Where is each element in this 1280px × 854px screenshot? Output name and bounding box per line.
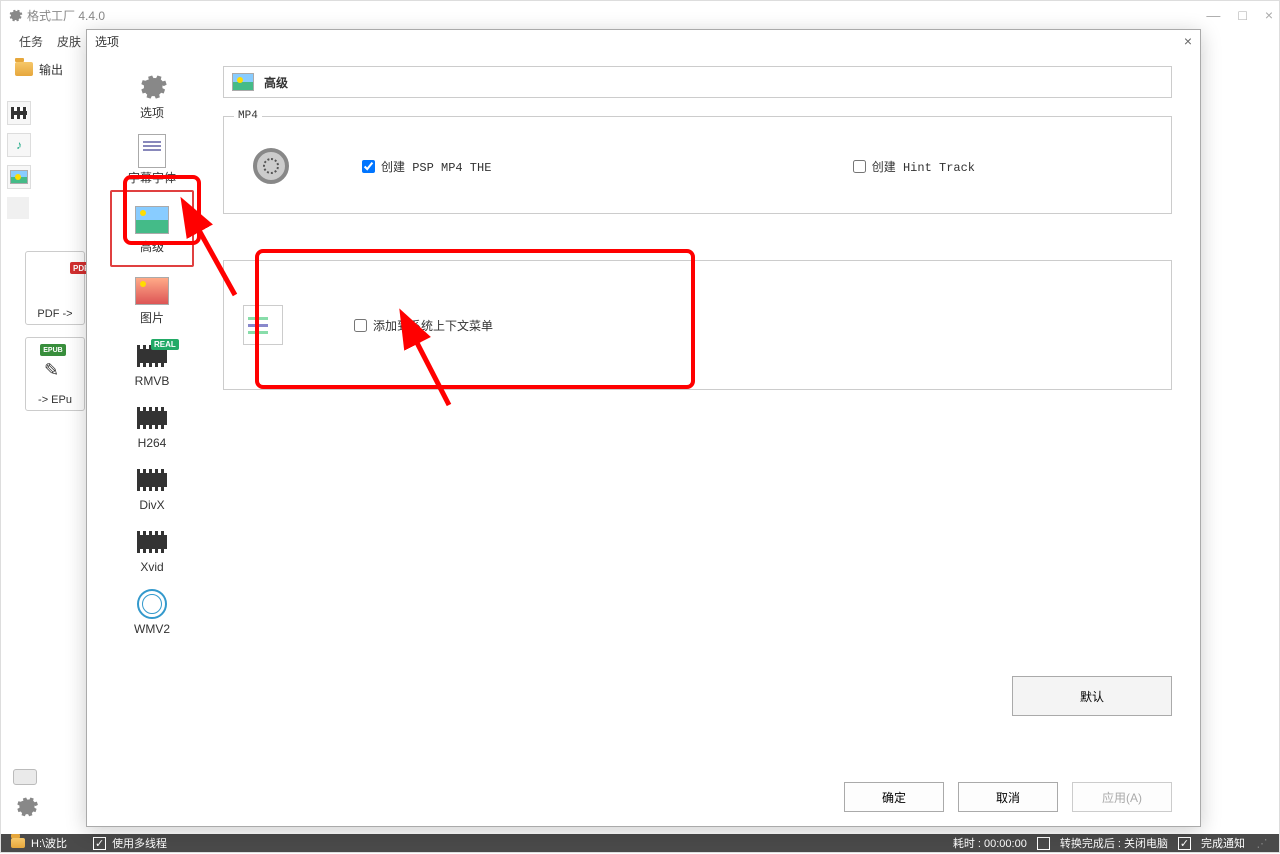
maximize-icon[interactable]: □ [1238,7,1246,23]
dialog-titlebar: 选项 × [87,30,1200,52]
document-icon [138,134,166,168]
psp-mp4-checkbox-label[interactable]: 创建 PSP MP4 THE [362,158,491,175]
context-menu-checkbox[interactable] [354,319,367,332]
elapsed-time: 耗时 : 00:00:00 [953,835,1027,851]
sidebar-item-h264[interactable]: H264 [112,394,192,456]
sidebar-item-xvid[interactable]: Xvid [112,518,192,580]
sidebar-item-label: WMV2 [134,622,170,636]
minimize-icon[interactable]: — [1206,7,1220,23]
dialog-sidebar: 选项 字幕字体 高级 图片 REAL RMVB [87,52,217,826]
gear-icon [136,70,168,102]
epub-badge: EPUB [40,344,66,356]
film-icon [137,531,167,553]
picture-icon [135,206,169,234]
context-menu-panel: 添加到系统上下文菜单 [223,260,1172,390]
ok-button[interactable]: 确定 [844,782,944,812]
video-tab-icon[interactable] [7,101,31,125]
notify-label: 完成通知 [1201,835,1245,851]
doc-tab-icon[interactable] [7,197,29,219]
main-titlebar: 格式工厂 4.4.0 — □ × [1,1,1279,29]
notify-checkbox[interactable]: ✓ [1178,837,1191,850]
photo-icon [135,277,169,305]
sidebar-item-label: DivX [139,498,164,512]
multithread-label: 使用多线程 [112,835,167,851]
drive-icons [13,769,37,822]
sidebar-item-label: RMVB [135,374,170,388]
sidebar-item-subtitle-font[interactable]: 字幕字体 [112,127,192,192]
sidebar-item-wmv2[interactable]: WMV2 [112,580,192,642]
sidebar-item-label: 图片 [140,309,164,326]
sidebar-item-label: 选项 [140,104,164,121]
menu-tasks[interactable]: 任务 [19,33,43,50]
status-path[interactable]: H:\波比 [31,835,67,851]
close-icon[interactable]: × [1265,7,1273,23]
mp4-group: MP4 创建 PSP MP4 THE 创建 Hint Track [223,116,1172,214]
settings-gear-icon[interactable] [13,793,39,819]
hdd-icon[interactable] [13,769,37,785]
dialog-title: 选项 [95,33,119,50]
folder-icon [15,62,33,76]
apply-button[interactable]: 应用(A) [1072,782,1172,812]
psp-mp4-checkbox[interactable] [362,160,375,173]
options-dialog: 选项 × 选项 字幕字体 高级 图片 [86,29,1201,827]
film-icon [137,407,167,429]
content-header: 高级 [223,66,1172,98]
statusbar: H:\波比 ✓ 使用多线程 耗时 : 00:00:00 转换完成后 : 关闭电脑… [1,834,1279,852]
sidebar-item-picture[interactable]: 图片 [112,267,192,332]
film-icon [137,469,167,491]
mp4-group-title: MP4 [234,110,262,122]
main-title: 格式工厂 4.4.0 [27,7,105,24]
epub-converter-item[interactable]: EPUB ✎ -> EPu [25,337,85,411]
header-label: 高级 [264,74,288,91]
output-label[interactable]: 输出 [39,61,63,78]
resize-grip-icon[interactable]: ⋰ [1255,837,1269,850]
sidebar-item-rmvb[interactable]: REAL RMVB [112,332,192,394]
multithread-checkbox[interactable]: ✓ [93,837,106,850]
sidebar-item-divx[interactable]: DivX [112,456,192,518]
audio-tab-icon[interactable]: ♪ [7,133,31,157]
cancel-button[interactable]: 取消 [958,782,1058,812]
sidebar-item-label: 高级 [140,238,164,255]
dialog-close-icon[interactable]: × [1184,33,1192,49]
globe-icon [137,589,167,619]
after-convert-label: 转换完成后 : 关闭电脑 [1060,835,1168,851]
main-window: 格式工厂 4.4.0 — □ × 任务 皮肤 输出 ♪ PDF PDF -> E… [0,0,1280,853]
hint-track-checkbox[interactable] [853,160,866,173]
context-menu-icon [243,305,283,345]
picture-icon [232,73,254,91]
app-icon [7,7,23,23]
sidebar-item-advanced[interactable]: 高级 [110,190,194,267]
status-folder-icon [11,838,25,848]
film-icon: REAL [137,345,167,367]
dialog-footer: 确定 取消 应用(A) [844,782,1172,812]
film-reel-icon [253,148,289,184]
pdf-label: PDF -> [26,308,84,320]
pdf-converter-item[interactable]: PDF PDF -> [25,251,85,325]
sidebar-item-label: H264 [138,436,167,450]
picture-tab-icon[interactable] [7,165,31,189]
context-menu-checkbox-label[interactable]: 添加到系统上下文菜单 [354,317,493,334]
default-button[interactable]: 默认 [1012,676,1172,716]
sidebar-item-label: Xvid [140,560,163,574]
sidebar-item-label: 字幕字体 [128,169,176,186]
after-convert-checkbox[interactable] [1037,837,1050,850]
dialog-content: 高级 MP4 创建 PSP MP4 THE 创建 [217,52,1200,826]
menu-skin[interactable]: 皮肤 [57,33,81,50]
sidebar-item-options[interactable]: 选项 [112,62,192,127]
hint-track-checkbox-label[interactable]: 创建 Hint Track [853,158,975,175]
left-rail: ♪ [7,101,35,219]
epub-label: -> EPu [26,394,84,406]
